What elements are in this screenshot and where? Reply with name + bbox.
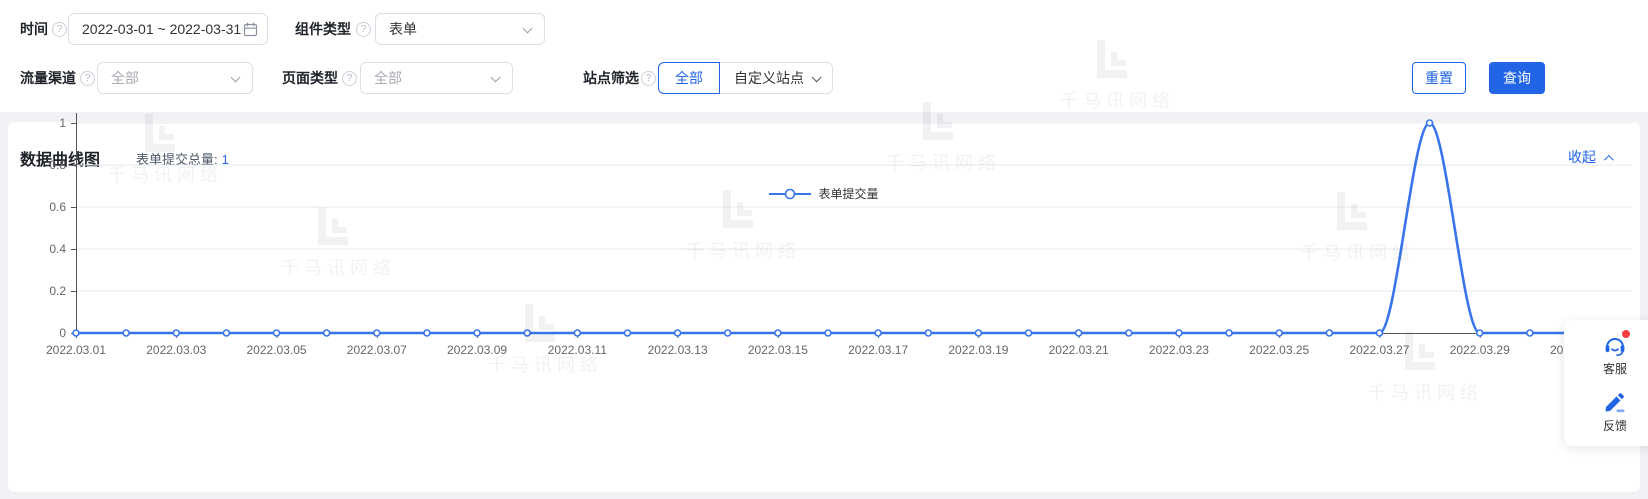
site-filter-help-icon[interactable]: ? xyxy=(641,71,656,86)
svg-text:0.2: 0.2 xyxy=(49,284,66,298)
date-range-input[interactable]: 2022-03-01 ~ 2022-03-31 xyxy=(68,13,268,45)
svg-text:0.8: 0.8 xyxy=(49,158,66,172)
svg-text:2022.03.09: 2022.03.09 xyxy=(447,343,507,357)
svg-text:2022.03.05: 2022.03.05 xyxy=(247,343,307,357)
svg-text:0.6: 0.6 xyxy=(49,200,66,214)
svg-text:2022.03.25: 2022.03.25 xyxy=(1249,343,1309,357)
feedback-label: 反馈 xyxy=(1602,418,1627,433)
query-button[interactable]: 查询 xyxy=(1489,62,1545,94)
svg-text:2022.03.23: 2022.03.23 xyxy=(1149,343,1209,357)
site-filter-custom-button[interactable]: 自定义站点 xyxy=(719,62,833,94)
chevron-down-icon xyxy=(230,72,241,83)
traffic-channel-value: 全部 xyxy=(111,70,139,86)
site-filter-custom-label: 自定义站点 xyxy=(734,70,804,86)
chevron-down-icon xyxy=(522,23,533,34)
svg-text:2022.03.13: 2022.03.13 xyxy=(648,343,708,357)
svg-text:2022.03.15: 2022.03.15 xyxy=(748,343,808,357)
pencil-icon xyxy=(1605,392,1625,412)
traffic-channel-label: 流量渠道 xyxy=(20,70,76,86)
page-type-label: 页面类型 xyxy=(282,70,338,86)
svg-text:2022.03.19: 2022.03.19 xyxy=(948,343,1008,357)
traffic-channel-help-icon[interactable]: ? xyxy=(80,71,95,86)
line-chart[interactable]: 0 0.2 0.4 0.6 0.8 1 2022.03.01 2022.03.03 2022.0… xyxy=(0,100,1648,370)
site-filter-all-button[interactable]: 全部 xyxy=(658,62,720,94)
svg-text:1: 1 xyxy=(59,116,66,130)
traffic-channel-select[interactable]: 全部 xyxy=(97,62,253,94)
svg-text:2022.03.27: 2022.03.27 xyxy=(1349,343,1409,357)
chevron-down-icon xyxy=(490,72,501,83)
chevron-down-icon xyxy=(811,72,822,83)
component-type-help-icon[interactable]: ? xyxy=(356,22,371,37)
component-type-value: 表单 xyxy=(389,21,417,37)
svg-text:2022.03.03: 2022.03.03 xyxy=(146,343,206,357)
customer-service-button[interactable]: 客服 xyxy=(1564,329,1648,377)
svg-text:0.4: 0.4 xyxy=(49,242,66,256)
filter-panel: 时间 ? 2022-03-01 ~ 2022-03-31 组件类型 ? 表单 流… xyxy=(0,0,1648,112)
feedback-button[interactable]: 反馈 xyxy=(1564,390,1648,434)
page-type-help-icon[interactable]: ? xyxy=(342,71,357,86)
time-help-icon[interactable]: ? xyxy=(52,22,67,37)
component-type-label: 组件类型 xyxy=(295,21,351,37)
time-filter-label: 时间 xyxy=(20,21,48,37)
svg-text:2022.03.17: 2022.03.17 xyxy=(848,343,908,357)
page-type-value: 全部 xyxy=(374,70,402,86)
svg-text:0: 0 xyxy=(59,326,66,340)
float-menu: 客服 反馈 xyxy=(1564,320,1648,446)
svg-text:2022.03.07: 2022.03.07 xyxy=(347,343,407,357)
reset-button[interactable]: 重置 xyxy=(1412,62,1466,94)
svg-text:2022.03.01: 2022.03.01 xyxy=(46,343,106,357)
svg-text:2022.03.11: 2022.03.11 xyxy=(548,343,607,357)
component-type-select[interactable]: 表单 xyxy=(375,13,545,45)
date-range-value: 2022-03-01 ~ 2022-03-31 xyxy=(82,21,242,37)
page-type-select[interactable]: 全部 xyxy=(360,62,513,94)
site-filter-label: 站点筛选 xyxy=(583,70,639,86)
notification-badge xyxy=(1622,329,1630,338)
calendar-icon xyxy=(243,22,258,37)
svg-text:2022.03.21: 2022.03.21 xyxy=(1049,343,1109,357)
customer-service-label: 客服 xyxy=(1602,361,1627,376)
svg-text:2022.03.29: 2022.03.29 xyxy=(1450,343,1510,357)
